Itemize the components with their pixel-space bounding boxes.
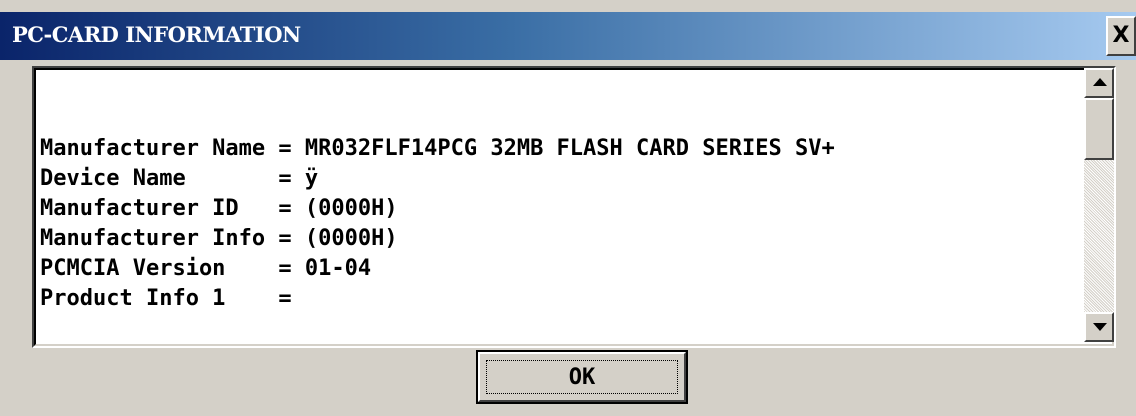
info-listbox[interactable]: Manufacturer Name = MR032FLF14PCG 32MB F… (32, 66, 1116, 348)
info-line-manufacturer-id: Manufacturer ID = (0000H) (40, 196, 398, 221)
ok-button[interactable]: OK (476, 350, 688, 404)
pc-card-info-dialog: PC-CARD INFORMATION X Manufacturer Name … (0, 0, 1136, 416)
close-button[interactable]: X (1106, 16, 1136, 56)
arrow-down-icon (1093, 323, 1107, 331)
close-icon: X (1112, 23, 1130, 48)
scrollbar-thumb[interactable] (1084, 98, 1114, 160)
vertical-scrollbar[interactable] (1084, 68, 1114, 342)
info-line-product-info-1: Product Info 1 = (40, 286, 292, 311)
info-line-manufacturer-info: Manufacturer Info = (0000H) (40, 226, 398, 251)
scroll-up-button[interactable] (1084, 68, 1114, 98)
info-line-pcmcia-version: PCMCIA Version = 01-04 (40, 256, 372, 281)
info-lines: Manufacturer Name = MR032FLF14PCG 32MB F… (40, 134, 835, 314)
scroll-down-button[interactable] (1084, 312, 1114, 342)
arrow-up-icon (1093, 78, 1107, 86)
ok-button-label: OK (568, 364, 596, 390)
info-line-device-name: Device Name = ÿ (40, 166, 319, 191)
title-bar: PC-CARD INFORMATION X (0, 12, 1136, 60)
dialog-title: PC-CARD INFORMATION (12, 22, 301, 47)
info-line-manufacturer-name: Manufacturer Name = MR032FLF14PCG 32MB F… (40, 136, 835, 161)
